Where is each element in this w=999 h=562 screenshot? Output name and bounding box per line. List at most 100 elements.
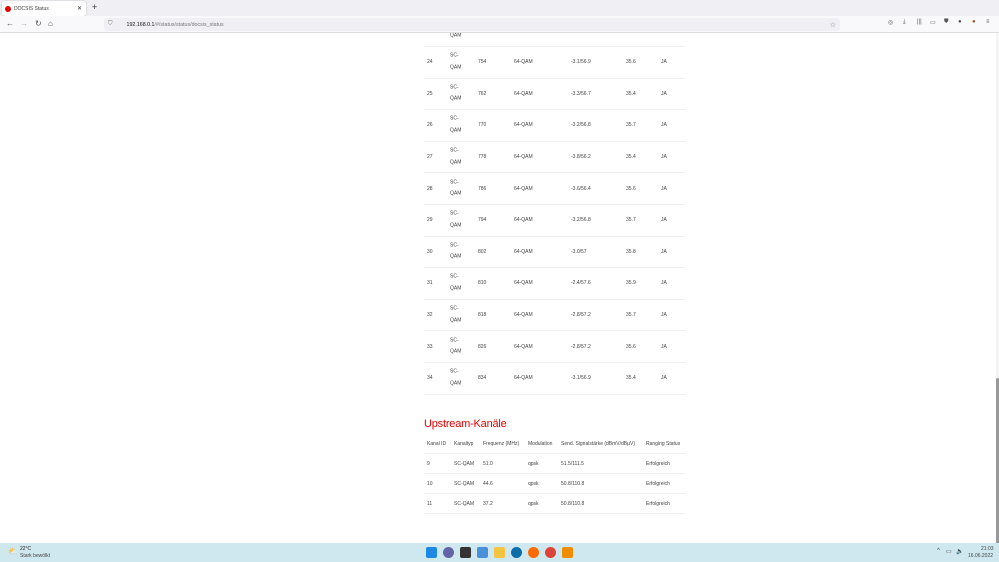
- navigation-bar: ← → ↻ ⌂ ⛉ 192.168.0.1/#/status/status/doc…: [0, 16, 999, 33]
- power: -3.1/56.9: [571, 33, 591, 34]
- locked: JA: [661, 248, 667, 255]
- clock-time[interactable]: 21:03: [981, 546, 994, 552]
- table-row: 9 SC-QAM 51.0 qpsk 51.5/111.5 Erfolgreich: [424, 454, 685, 474]
- forward-button[interactable]: →: [20, 19, 28, 28]
- locked: JA: [661, 33, 667, 34]
- channel-type: SC-QAM: [454, 480, 474, 487]
- firefox-icon[interactable]: [528, 547, 539, 558]
- snr: 35.7: [626, 122, 636, 129]
- power: -2.8/57.2: [571, 312, 591, 319]
- frequency: 786: [478, 185, 487, 192]
- ranging-status: Erfolgreich: [646, 460, 670, 467]
- power: -3.2/56.8: [571, 122, 591, 129]
- shield-icon: ⛉: [108, 21, 113, 27]
- snr: 35.9: [626, 280, 636, 287]
- channel-id: 23: [427, 33, 433, 34]
- bookmark-star-icon[interactable]: ☆: [830, 21, 836, 29]
- table-row: 29 SC-QAM 794 64-QAM -3.2/56.8 35.7 JA: [424, 205, 685, 237]
- snr: 35.6: [626, 59, 636, 66]
- channel-type: SC-QAM: [450, 337, 462, 355]
- table-row: 33 SC-QAM 826 64-QAM -2.8/57.2 35.6 JA: [424, 331, 685, 363]
- power: -3.6/56.4: [571, 185, 591, 192]
- modulation: qpsk: [528, 480, 539, 487]
- frequency: 834: [478, 375, 487, 382]
- chevron-up-icon[interactable]: ^: [937, 548, 940, 554]
- channel-id: 10: [427, 480, 433, 487]
- table-row: 25 SC-QAM 762 64-QAM -3.3/56.7 35.4 JA: [424, 79, 685, 111]
- address-bar[interactable]: ⛉ 192.168.0.1/#/status/status/docsis_stat…: [104, 18, 840, 31]
- ublock-icon[interactable]: ⛊: [944, 19, 949, 26]
- app-icon[interactable]: [511, 547, 522, 558]
- table-row: 26 SC-QAM 770 64-QAM -3.2/56.8 35.7 JA: [424, 110, 685, 142]
- chat-icon[interactable]: [443, 547, 454, 558]
- volume-icon[interactable]: 🔈: [956, 548, 963, 555]
- power: 51.5/111.5: [561, 460, 584, 467]
- modulation: 64-QAM: [514, 375, 533, 382]
- channel-id: 28: [427, 185, 433, 192]
- frequency: 802: [478, 248, 487, 255]
- frequency: 770: [478, 122, 487, 129]
- column-header: Modulation: [528, 440, 553, 447]
- table-row: 10 SC-QAM 44.6 qpsk 50.8/110.8 Erfolgreich: [424, 474, 685, 494]
- locked: JA: [661, 154, 667, 161]
- snr: 35.4: [626, 375, 636, 382]
- sidebar-icon[interactable]: ▭: [930, 19, 936, 26]
- home-button[interactable]: ⌂: [48, 19, 53, 28]
- channel-id: 27: [427, 154, 433, 161]
- channel-type: SC-QAM: [450, 84, 462, 102]
- start-icon[interactable]: [426, 547, 437, 558]
- power: -3.0/57: [571, 248, 587, 255]
- power: -3.1/56.9: [571, 59, 591, 66]
- widgets-icon[interactable]: [477, 547, 488, 558]
- vlc-icon[interactable]: [562, 547, 573, 558]
- ranging-status: Erfolgreich: [646, 480, 670, 487]
- column-header: Send. Signalstärke (dBmV/dBµV): [561, 440, 636, 447]
- back-button[interactable]: ←: [6, 19, 14, 28]
- weather-icon[interactable]: ⛅: [8, 547, 18, 556]
- upstream-heading: Upstream-Kanäle: [424, 418, 507, 430]
- tab-docsis-status[interactable]: DOCSIS Status ✕: [2, 1, 86, 16]
- network-icon[interactable]: ▭: [946, 548, 952, 555]
- table-row: 23 SC-QAM 746 64-QAM -3.1/56.9 35.6 JA: [424, 33, 685, 47]
- pocket-icon[interactable]: ◎: [888, 19, 893, 26]
- download-icon[interactable]: ⤓: [903, 19, 906, 26]
- new-tab-button[interactable]: +: [92, 2, 97, 12]
- file-explorer-icon[interactable]: [494, 547, 505, 558]
- extension-icon[interactable]: ●: [958, 19, 962, 25]
- task-view-icon[interactable]: [460, 547, 471, 558]
- channel-type: SC-QAM: [450, 210, 462, 229]
- weather-temp[interactable]: 22°C: [20, 546, 31, 552]
- channel-type: SC-QAM: [454, 460, 474, 467]
- channel-type: SC-QAM: [454, 500, 474, 507]
- channel-id: 25: [427, 90, 433, 97]
- close-tab-icon[interactable]: ✕: [77, 5, 82, 12]
- tab-bar: DOCSIS Status ✕ +: [0, 0, 999, 16]
- library-icon[interactable]: |||: [917, 19, 922, 25]
- locked: JA: [661, 217, 667, 224]
- modulation: qpsk: [528, 500, 539, 507]
- snr: 35.7: [626, 312, 636, 319]
- clock-date[interactable]: 16.06.2022: [968, 553, 993, 559]
- channel-type: SC-QAM: [450, 305, 462, 324]
- cookie-icon[interactable]: ●: [972, 19, 976, 25]
- chrome-icon[interactable]: [545, 547, 556, 558]
- menu-icon[interactable]: ≡: [986, 19, 990, 25]
- column-header: Kanaltyp: [454, 440, 474, 447]
- power: -2.8/57.2: [571, 343, 591, 350]
- modulation: 64-QAM: [514, 122, 533, 129]
- reload-button[interactable]: ↻: [35, 19, 42, 28]
- channel-type: SC-QAM: [450, 273, 462, 292]
- power: -3.8/56.2: [571, 154, 591, 161]
- locked: JA: [661, 280, 667, 287]
- frequency: 746: [478, 33, 486, 34]
- weather-desc[interactable]: Stark bewölkt: [20, 553, 50, 559]
- snr: 35.8: [626, 248, 636, 255]
- locked: JA: [661, 375, 667, 382]
- modulation: 64-QAM: [514, 248, 533, 255]
- power: -3.2/56.8: [571, 217, 591, 224]
- channel-id: 31: [427, 280, 433, 287]
- locked: JA: [661, 90, 667, 97]
- power: -3.3/56.7: [571, 90, 591, 97]
- snr: 35.6: [626, 33, 636, 34]
- modulation: qpsk: [528, 460, 539, 467]
